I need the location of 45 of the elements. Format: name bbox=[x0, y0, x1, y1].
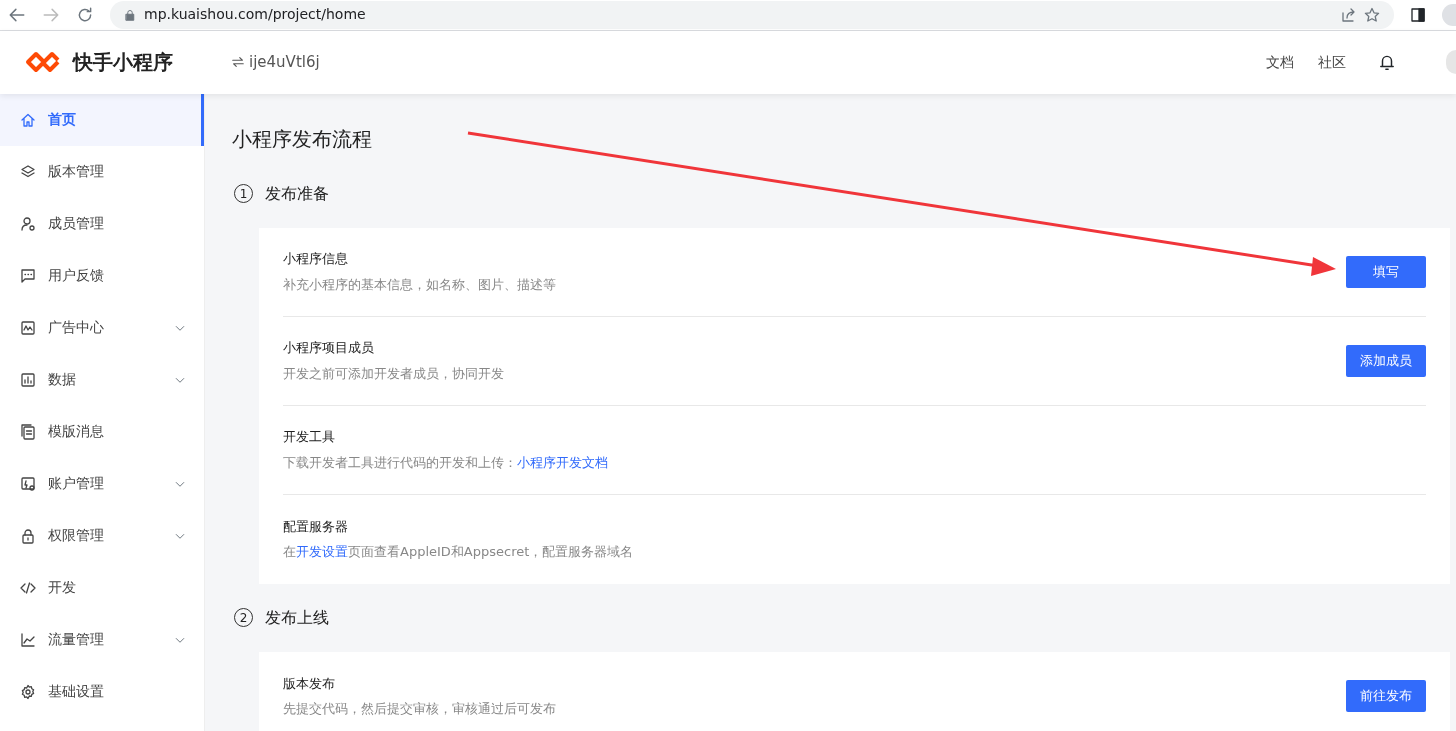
task-title: 版本发布 bbox=[283, 674, 336, 693]
url-text: mp.kuaishou.com/project/home bbox=[144, 5, 366, 25]
layers-icon bbox=[20, 163, 36, 180]
action-button[interactable]: 前往发布 bbox=[1346, 680, 1426, 713]
settings-icon bbox=[20, 683, 36, 700]
bar-chart-icon bbox=[20, 371, 36, 388]
line-chart-icon bbox=[20, 631, 36, 648]
logo-text: 快手小程序 bbox=[73, 49, 173, 77]
action-button[interactable]: 添加成员 bbox=[1346, 344, 1426, 377]
lock-icon bbox=[124, 8, 136, 21]
doc-link[interactable]: 开发设置 bbox=[296, 544, 348, 560]
chat-icon bbox=[20, 267, 36, 284]
doc-link[interactable]: 小程序开发文档 bbox=[517, 454, 608, 470]
card-icon bbox=[20, 475, 36, 492]
document-icon bbox=[20, 423, 36, 440]
header-link[interactable]: 社区 bbox=[1318, 51, 1346, 73]
task-title: 小程序项目成员 bbox=[283, 339, 375, 358]
user-icon bbox=[20, 215, 36, 232]
action-button[interactable]: 填写 bbox=[1346, 255, 1426, 288]
task-description: 先提交代码，然后提交审核，审核通过后可发布 bbox=[283, 700, 557, 719]
star-icon[interactable] bbox=[1364, 6, 1380, 23]
page-title: 小程序发布流程 bbox=[232, 125, 373, 153]
task-title: 配置服务器 bbox=[283, 517, 349, 536]
sidebar-item[interactable]: 首页 bbox=[0, 93, 204, 146]
task-description: 在开发设置页面查看AppleID和Appsecret，配置服务器域名 bbox=[283, 543, 635, 562]
header-link[interactable]: 文档 bbox=[1266, 51, 1294, 73]
task-description: 下载开发者工具进行代码的开发和上传：小程序开发文档 bbox=[283, 453, 609, 472]
share-icon[interactable] bbox=[1340, 6, 1356, 23]
chart-frame-icon bbox=[20, 319, 36, 336]
task-title: 开发工具 bbox=[283, 428, 336, 447]
app-switcher[interactable]: ije4uVtl6j bbox=[231, 50, 320, 74]
task-description: 开发之前可添加开发者成员，协同开发 bbox=[283, 364, 505, 383]
bell-icon[interactable] bbox=[1378, 53, 1396, 72]
task-title: 小程序信息 bbox=[283, 250, 349, 269]
task-description: 补充小程序的基本信息，如名称、图片、描述等 bbox=[283, 275, 557, 294]
home-icon bbox=[20, 111, 36, 128]
address-bar[interactable]: mp.kuaishou.com/project/home bbox=[110, 0, 1394, 29]
code-icon bbox=[20, 579, 36, 596]
lock-icon bbox=[20, 527, 36, 544]
step-title: 发布上线 bbox=[265, 606, 329, 629]
step-title: 发布准备 bbox=[265, 182, 329, 205]
logo-icon bbox=[25, 51, 61, 74]
sidebar-toggle-icon[interactable] bbox=[1410, 6, 1426, 23]
swap-icon bbox=[231, 55, 245, 70]
reload-icon[interactable] bbox=[76, 5, 94, 24]
